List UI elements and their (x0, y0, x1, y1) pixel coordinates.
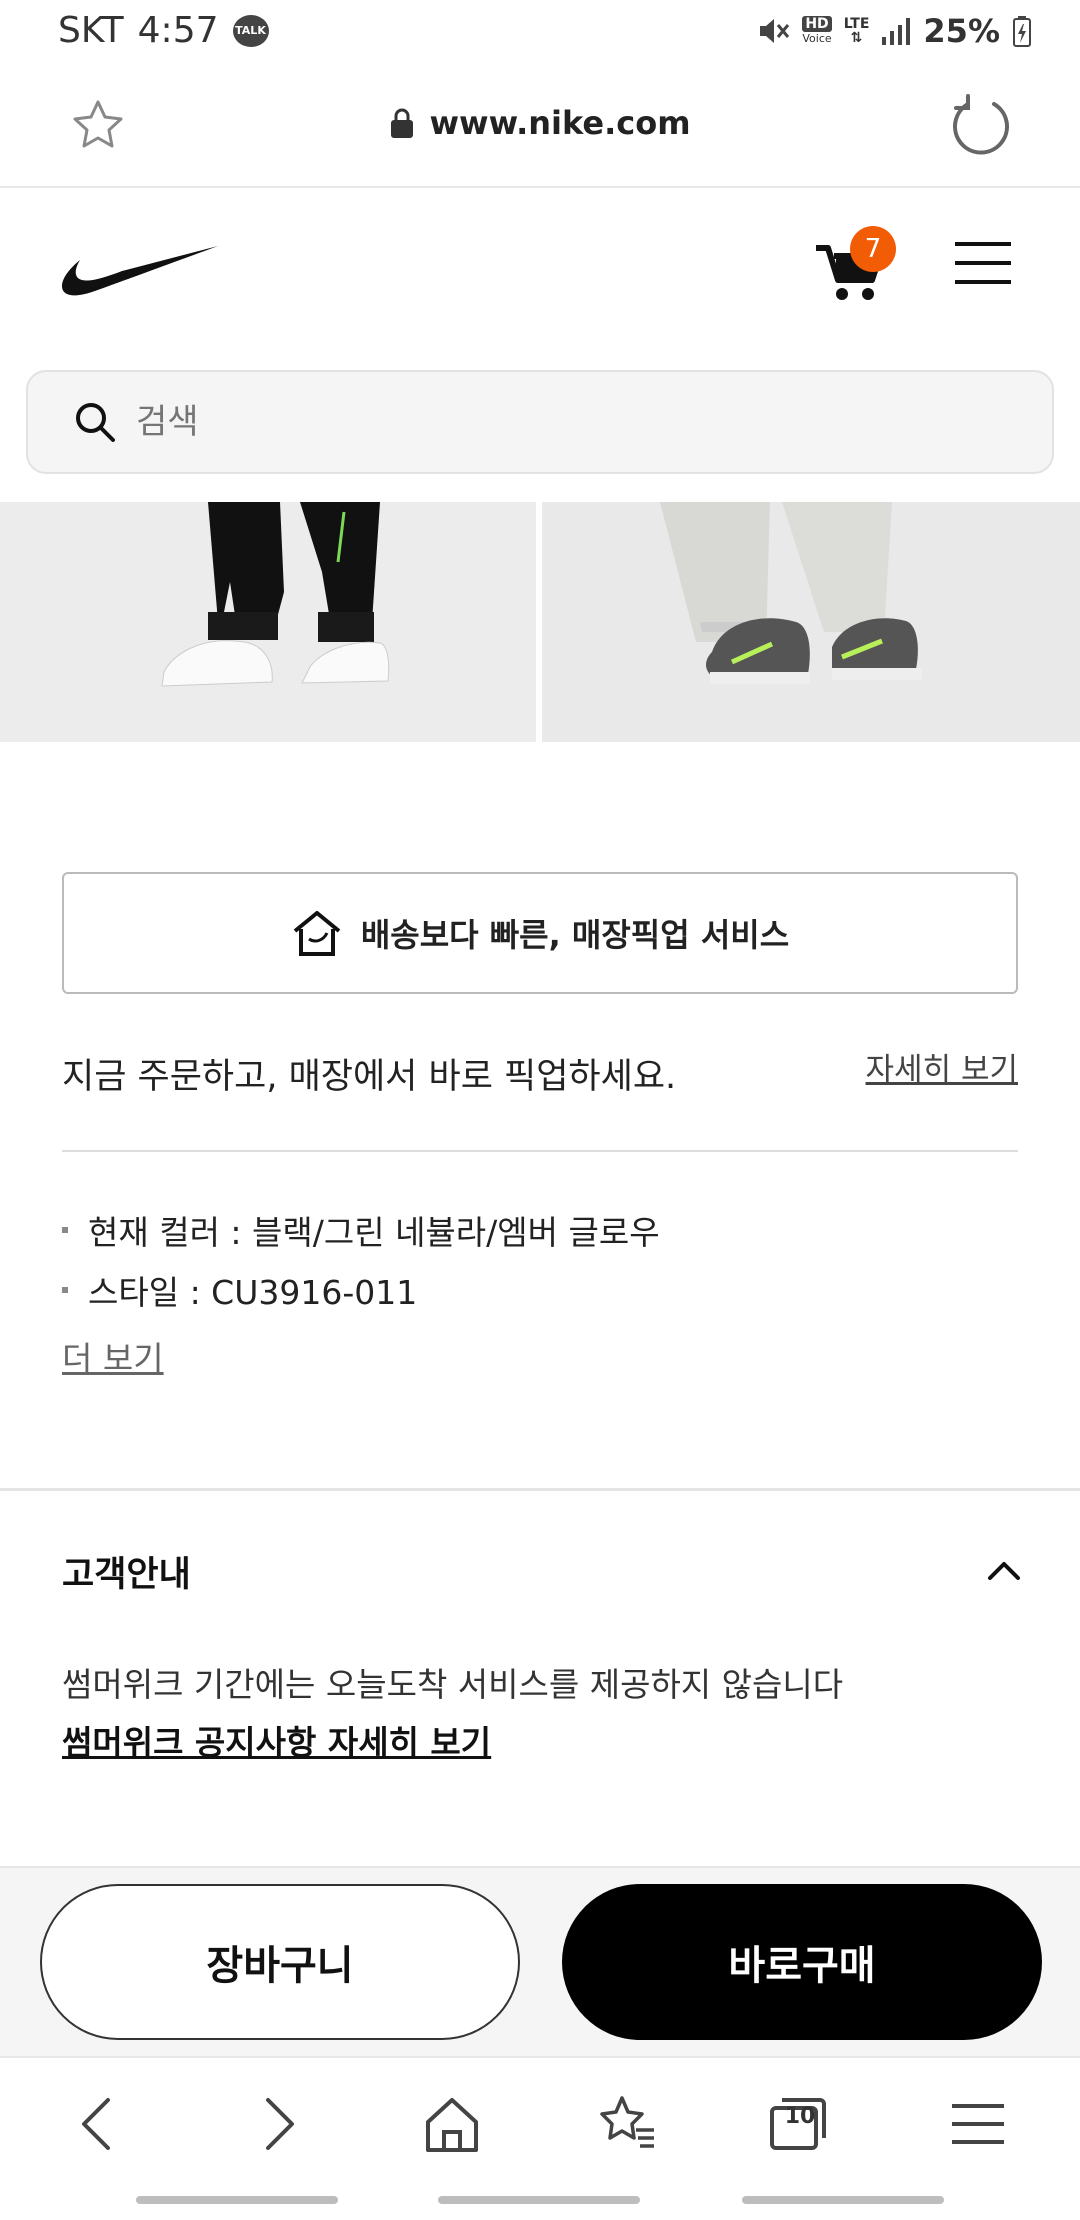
url-text: www.nike.com (429, 104, 691, 142)
signal-icon (882, 18, 911, 45)
list-item: 현재 컬러 : 블랙/그린 네뷸라/엠버 글로우 (62, 1200, 660, 1260)
search-input[interactable] (136, 402, 936, 442)
pickup-description: 지금 주문하고, 매장에서 바로 픽업하세요. (62, 1057, 677, 1097)
lte-label: LTE (843, 16, 870, 32)
product-image-black-joggers[interactable] (0, 502, 536, 742)
search-bar[interactable] (26, 370, 1054, 474)
section-divider (0, 1488, 1080, 1491)
purchase-bar: 장바구니 바로구매 (0, 1866, 1080, 2056)
customer-notice-text: 썸머위크 기간에는 오늘도착 서비스를 제공하지 않습니다 (62, 1665, 844, 1704)
clock: 4:57 (137, 10, 219, 51)
chevron-up-icon[interactable] (984, 1556, 1024, 1586)
status-left: SKT 4:57 TALK (58, 10, 269, 51)
tab-count: 10 (784, 2103, 816, 2129)
talk-label: TALK (235, 24, 266, 37)
bullet (62, 1227, 68, 1233)
lte-indicator: LTE ⇅ (844, 17, 870, 45)
status-bar: SKT 4:57 TALK HD Voice LTE ⇅ 25% (0, 0, 1080, 62)
product-info-list: 현재 컬러 : 블랙/그린 네뷸라/엠버 글로우 스타일 : CU3916-01… (62, 1200, 660, 1320)
battery-percent: 25% (923, 12, 1000, 50)
style-info: 스타일 : CU3916-011 (88, 1273, 418, 1312)
store-pickup-label: 배송보다 빠른, 매장픽업 서비스 (360, 916, 790, 954)
cart-count-badge: 7 (850, 226, 896, 272)
more-details-link[interactable]: 더 보기 (62, 1332, 164, 1380)
gesture-indicator-center (438, 2196, 640, 2204)
url-display[interactable]: www.nike.com (0, 104, 1080, 142)
kakaotalk-icon: TALK (232, 14, 269, 47)
buy-now-button[interactable]: 바로구매 (562, 1884, 1042, 2040)
hamburger-menu-icon[interactable] (955, 240, 1011, 286)
customer-notice-title[interactable]: 고객안내 (62, 1546, 191, 1597)
browser-menu-icon[interactable] (946, 2092, 1010, 2156)
nike-swoosh-logo[interactable] (60, 240, 220, 304)
gesture-indicator-left (136, 2196, 338, 2204)
voice-label: Voice (802, 32, 832, 45)
bullet (62, 1287, 68, 1293)
product-images (0, 502, 1080, 742)
summer-week-notice-link[interactable]: 썸머위크 공지사항 자세히 보기 (62, 1716, 491, 1764)
data-arrows-icon: ⇅ (850, 30, 863, 46)
model-legs-grey-illustration (660, 502, 922, 684)
status-right: HD Voice LTE ⇅ 25% (758, 12, 1032, 50)
model-legs-black-illustration (161, 502, 390, 687)
reload-icon[interactable] (950, 94, 1012, 156)
forward-icon[interactable] (244, 2092, 308, 2156)
store-pickup-button[interactable]: 배송보다 빠른, 매장픽업 서비스 (62, 872, 1018, 994)
add-to-cart-button[interactable]: 장바구니 (40, 1884, 520, 2040)
store-home-icon (293, 911, 341, 956)
carrier: SKT (58, 10, 124, 51)
list-item: 스타일 : CU3916-011 (62, 1260, 660, 1320)
product-image-grey-joggers[interactable] (542, 502, 1080, 742)
mute-icon (760, 19, 790, 43)
browser-url-bar: www.nike.com (0, 62, 1080, 188)
search-icon (76, 403, 115, 442)
hd-voice-indicator: HD Voice (802, 16, 832, 46)
hd-label: HD (802, 16, 832, 32)
battery-charging-icon (1013, 16, 1031, 47)
home-icon[interactable] (420, 2092, 484, 2156)
bookmarks-icon[interactable] (596, 2092, 660, 2156)
back-icon[interactable] (68, 2092, 132, 2156)
divider (62, 1150, 1018, 1152)
color-info: 현재 컬러 : 블랙/그린 네뷸라/엠버 글로우 (88, 1213, 660, 1252)
site-header: 7 (0, 190, 1080, 360)
gesture-indicator-right (742, 2196, 944, 2204)
pickup-details-link[interactable]: 자세히 보기 (866, 1044, 1018, 1089)
lock-icon (391, 108, 414, 138)
